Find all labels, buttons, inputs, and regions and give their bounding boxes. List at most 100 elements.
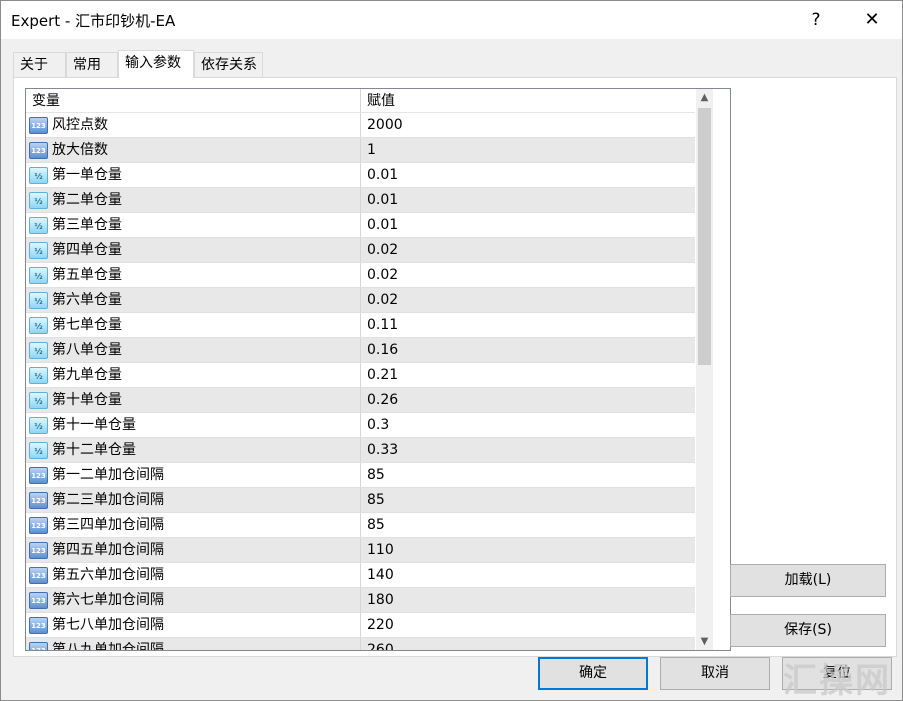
parameter-name: 第十二单仓量 (52, 442, 136, 458)
double-type-icon: ½ (29, 267, 48, 284)
parameter-name: 放大倍数 (52, 142, 108, 158)
window-title: Expert - 汇市印钞机-EA (11, 12, 176, 30)
help-button[interactable]: ? (793, 1, 839, 39)
parameter-row[interactable]: ½ 第九单仓量 0.21 (26, 363, 695, 388)
parameter-row[interactable]: 123 第五六单加仓间隔 140 (26, 563, 695, 588)
reset-button[interactable]: 复位 (782, 657, 892, 690)
parameter-row[interactable]: 123 第二三单加仓间隔 85 (26, 488, 695, 513)
integer-type-icon: 123 (29, 567, 48, 584)
parameter-name: 第五六单加仓间隔 (52, 567, 164, 583)
parameter-value[interactable]: 140 (360, 563, 694, 587)
parameter-value[interactable]: 0.02 (360, 263, 694, 287)
parameter-name: 第三单仓量 (52, 217, 122, 233)
tab-dependencies[interactable]: 依存关系 (194, 52, 263, 77)
parameter-name: 第四五单加仓间隔 (52, 542, 164, 558)
parameter-row[interactable]: ½ 第十二单仓量 0.33 (26, 438, 695, 463)
cancel-button[interactable]: 取消 (660, 657, 770, 690)
parameter-row[interactable]: ½ 第七单仓量 0.11 (26, 313, 695, 338)
double-type-icon: ½ (29, 167, 48, 184)
integer-type-icon: 123 (29, 617, 48, 634)
parameter-name: 第一二单加仓间隔 (52, 467, 164, 483)
column-header-value[interactable]: 赋值 (360, 89, 694, 112)
parameters-grid: 变量 赋值 123 风控点数 2000 123 放大倍数 1 ½ 第一单仓量 0.01 ½ 第二单仓… (25, 88, 731, 651)
parameter-row[interactable]: ½ 第一单仓量 0.01 (26, 163, 695, 188)
parameter-value[interactable]: 0.01 (360, 163, 694, 187)
double-type-icon: ½ (29, 367, 48, 384)
grid-body: 变量 赋值 123 风控点数 2000 123 放大倍数 1 ½ 第一单仓量 0.01 ½ 第二单仓… (26, 89, 695, 650)
parameter-name: 第七单仓量 (52, 317, 122, 333)
parameter-row[interactable]: ½ 第八单仓量 0.16 (26, 338, 695, 363)
integer-type-icon: 123 (29, 542, 48, 559)
grid-header: 变量 赋值 (26, 89, 695, 113)
integer-type-icon: 123 (29, 117, 48, 134)
parameter-value[interactable]: 1 (360, 138, 694, 162)
parameter-value[interactable]: 0.21 (360, 363, 694, 387)
parameter-name: 第二三单加仓间隔 (52, 492, 164, 508)
parameter-row[interactable]: ½ 第十单仓量 0.26 (26, 388, 695, 413)
tab-inputs[interactable]: 输入参数 (118, 50, 194, 78)
double-type-icon: ½ (29, 392, 48, 409)
scroll-thumb[interactable] (698, 108, 711, 365)
parameter-row[interactable]: 123 第八九单加仓间隔 260 (26, 638, 695, 650)
parameter-name: 第五单仓量 (52, 267, 122, 283)
double-type-icon: ½ (29, 217, 48, 234)
parameter-row[interactable]: 123 第四五单加仓间隔 110 (26, 538, 695, 563)
integer-type-icon: 123 (29, 492, 48, 509)
parameter-row[interactable]: ½ 第四单仓量 0.02 (26, 238, 695, 263)
expert-dialog: Expert - 汇市印钞机-EA ? ✕ 关于 常用 输入参数 依存关系 变量… (0, 0, 903, 701)
save-button[interactable]: 保存(S) (730, 614, 886, 647)
parameter-value[interactable]: 180 (360, 588, 694, 612)
parameter-value[interactable]: 0.01 (360, 188, 694, 212)
parameter-value[interactable]: 85 (360, 463, 694, 487)
parameter-row[interactable]: ½ 第十一单仓量 0.3 (26, 413, 695, 438)
integer-type-icon: 123 (29, 467, 48, 484)
vertical-scrollbar[interactable]: ▲ ▼ (696, 89, 713, 650)
parameter-row[interactable]: ½ 第六单仓量 0.02 (26, 288, 695, 313)
tab-common[interactable]: 常用 (66, 52, 118, 77)
tab-about[interactable]: 关于 (13, 52, 66, 77)
parameter-row[interactable]: ½ 第三单仓量 0.01 (26, 213, 695, 238)
parameter-row[interactable]: 123 第三四单加仓间隔 85 (26, 513, 695, 538)
parameter-value[interactable]: 2000 (360, 113, 694, 137)
ok-button[interactable]: 确定 (538, 657, 648, 690)
parameter-value[interactable]: 0.11 (360, 313, 694, 337)
double-type-icon: ½ (29, 442, 48, 459)
close-button[interactable]: ✕ (849, 1, 895, 39)
parameter-row[interactable]: 123 第七八单加仓间隔 220 (26, 613, 695, 638)
parameter-value[interactable]: 0.02 (360, 238, 694, 262)
load-button[interactable]: 加载(L) (730, 564, 886, 597)
double-type-icon: ½ (29, 317, 48, 334)
parameter-row[interactable]: 123 放大倍数 1 (26, 138, 695, 163)
parameter-name: 第十一单仓量 (52, 417, 136, 433)
scroll-up-icon[interactable]: ▲ (696, 89, 713, 106)
parameter-name: 第八九单加仓间隔 (52, 642, 164, 650)
column-header-variable[interactable]: 变量 (32, 89, 339, 112)
parameter-name: 第六单仓量 (52, 292, 122, 308)
parameter-value[interactable]: 0.16 (360, 338, 694, 362)
double-type-icon: ½ (29, 192, 48, 209)
tab-panel-inputs: 变量 赋值 123 风控点数 2000 123 放大倍数 1 ½ 第一单仓量 0.01 ½ 第二单仓… (13, 77, 897, 657)
parameter-row[interactable]: 123 风控点数 2000 (26, 113, 695, 138)
parameter-value[interactable]: 0.26 (360, 388, 694, 412)
parameter-value[interactable]: 0.01 (360, 213, 694, 237)
parameter-name: 第十单仓量 (52, 392, 122, 408)
parameter-row[interactable]: 123 第六七单加仓间隔 180 (26, 588, 695, 613)
parameter-name: 第八单仓量 (52, 342, 122, 358)
parameter-name: 第七八单加仓间隔 (52, 617, 164, 633)
parameter-value[interactable]: 110 (360, 538, 694, 562)
parameter-value[interactable]: 220 (360, 613, 694, 637)
integer-type-icon: 123 (29, 517, 48, 534)
parameter-row[interactable]: ½ 第五单仓量 0.02 (26, 263, 695, 288)
double-type-icon: ½ (29, 292, 48, 309)
parameter-value[interactable]: 0.3 (360, 413, 694, 437)
parameter-value[interactable]: 85 (360, 488, 694, 512)
parameter-value[interactable]: 85 (360, 513, 694, 537)
parameter-value[interactable]: 0.33 (360, 438, 694, 462)
parameter-row[interactable]: 123 第一二单加仓间隔 85 (26, 463, 695, 488)
parameter-value[interactable]: 260 (360, 638, 694, 650)
integer-type-icon: 123 (29, 642, 48, 650)
parameter-value[interactable]: 0.02 (360, 288, 694, 312)
scroll-down-icon[interactable]: ▼ (696, 633, 713, 650)
parameter-row[interactable]: ½ 第二单仓量 0.01 (26, 188, 695, 213)
parameter-name: 风控点数 (52, 117, 108, 133)
